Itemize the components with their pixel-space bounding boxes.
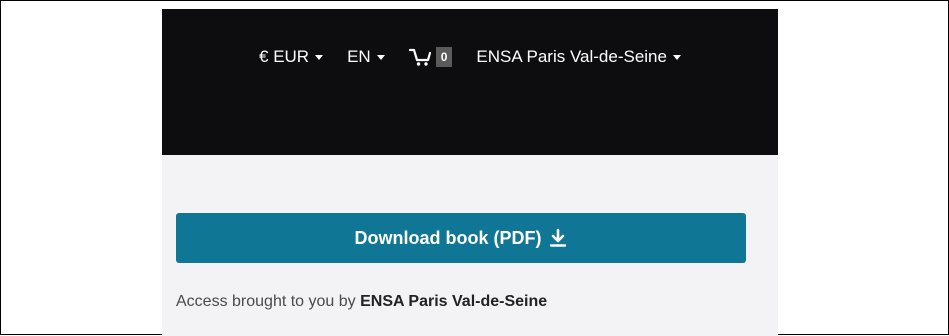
cart-count-badge: 0 [435, 47, 453, 67]
institution-dropdown[interactable]: ENSA Paris Val-de-Seine [476, 47, 681, 67]
download-button-label: Download book (PDF) [354, 227, 542, 248]
language-dropdown[interactable]: EN [347, 47, 385, 67]
top-navigation-bar: € EUR EN 0 ENSA Paris Val-de-Seine [162, 9, 778, 155]
access-institution: ENSA Paris Val-de-Seine [360, 293, 548, 310]
currency-dropdown[interactable]: € EUR [259, 47, 324, 67]
download-icon [541, 228, 567, 248]
main-panel: € EUR EN 0 ENSA Paris Val-de-Seine Downl… [162, 9, 778, 336]
currency-label: € EUR [259, 47, 310, 66]
cart-icon [408, 47, 433, 67]
access-notice: Access brought to you by ENSA Paris Val-… [176, 293, 547, 311]
chevron-down-icon [672, 54, 681, 60]
download-pdf-button[interactable]: Download book (PDF) [176, 213, 746, 263]
nav-menu: € EUR EN 0 ENSA Paris Val-de-Seine [162, 47, 778, 67]
window-frame: € EUR EN 0 ENSA Paris Val-de-Seine Downl… [0, 0, 949, 336]
chevron-down-icon [376, 54, 385, 60]
language-label: EN [347, 47, 371, 66]
chevron-down-icon [315, 54, 324, 60]
institution-label: ENSA Paris Val-de-Seine [476, 47, 667, 66]
access-prefix: Access brought to you by [176, 293, 361, 310]
cart-button[interactable]: 0 [408, 47, 453, 67]
